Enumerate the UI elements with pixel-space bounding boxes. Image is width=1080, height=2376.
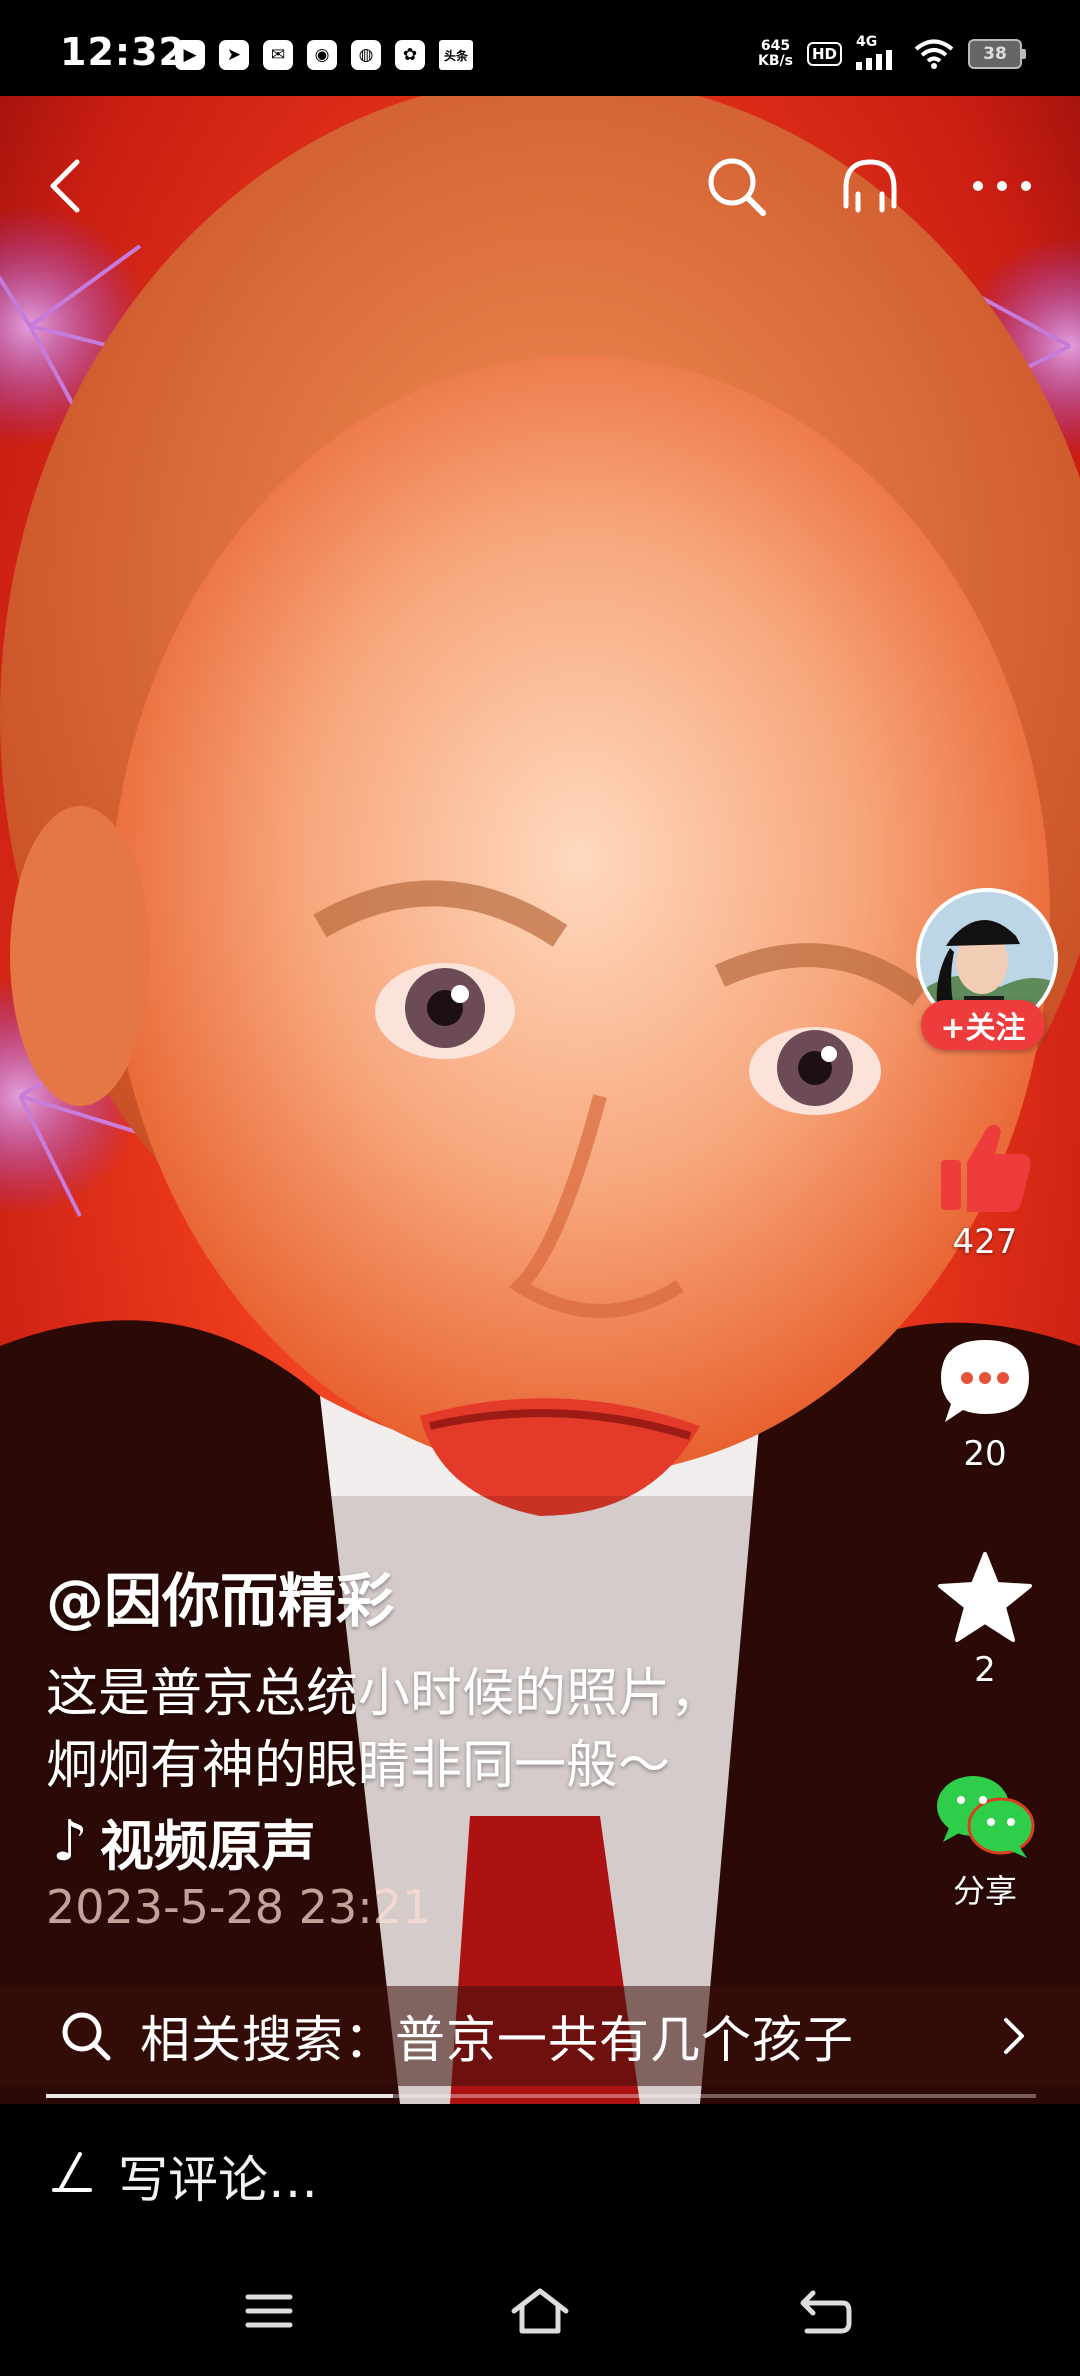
signal-label: 4G xyxy=(856,34,878,50)
comment-input-bar[interactable]: 写评论… xyxy=(0,2104,1080,2244)
more-horizontal-icon xyxy=(973,181,1031,191)
net-speed-unit: KB/s xyxy=(758,53,793,69)
chevron-right-icon xyxy=(1004,2018,1024,2054)
status-bar: 12:32 ▶ ➤ ✉ ◉ ◍ ✿ 头条 645 KB/s HD 4G 38 xyxy=(0,0,1080,96)
recent-apps-button[interactable] xyxy=(224,2266,314,2356)
related-search-bar[interactable]: 相关搜索：普京一共有几个孩子 xyxy=(0,1986,1080,2086)
post-caption: 这是普京总统小时候的照片， 炯炯有神的眼睛非同一般～ xyxy=(46,1658,806,1802)
mail-app-icon: ✉ xyxy=(263,40,293,70)
favorite-count: 2 xyxy=(974,1650,996,1690)
video-progress-bar[interactable] xyxy=(46,2094,1036,2098)
hd-badge: HD xyxy=(806,42,842,66)
like-count: 427 xyxy=(952,1222,1018,1262)
comment-bubble-icon xyxy=(941,1340,1029,1422)
comment-button[interactable]: 20 xyxy=(920,1334,1050,1474)
back-nav-button[interactable] xyxy=(780,2266,870,2356)
wifi-icon xyxy=(914,39,954,69)
video-player[interactable]: +关注 427 20 2 分享 @因你而精彩 这是普京总统小时候的照片， 炯炯有… xyxy=(0,96,1080,2104)
search-icon xyxy=(708,158,766,216)
battery-icon: 38 xyxy=(968,39,1026,69)
related-search-text: 相关搜索：普京一共有几个孩子 xyxy=(140,2011,854,2069)
status-app-icons: ▶ ➤ ✉ ◉ ◍ ✿ 头条 xyxy=(175,40,473,70)
search-icon xyxy=(62,2012,111,2061)
send-app-icon: ➤ xyxy=(219,40,249,70)
listen-button[interactable] xyxy=(830,146,910,226)
home-icon xyxy=(511,2288,569,2334)
cellular-signal-icon: 4G xyxy=(856,34,900,70)
caption-line-2: 炯炯有神的眼睛非同一般～ xyxy=(46,1736,671,1796)
system-nav-bar xyxy=(0,2244,1080,2376)
player-app-icon: ◉ xyxy=(307,40,337,70)
status-time: 12:32 xyxy=(60,30,186,74)
wechat-app-icon: ✿ xyxy=(395,40,425,70)
chevron-left-icon xyxy=(50,159,80,213)
pen-icon xyxy=(52,2152,92,2192)
thumbs-up-icon xyxy=(941,1124,1031,1212)
back-icon xyxy=(800,2290,852,2334)
caption-line-1: 这是普京总统小时候的照片， xyxy=(46,1664,723,1724)
share-label: 分享 xyxy=(952,1872,1017,1910)
leaf-app-icon: ◍ xyxy=(351,40,381,70)
share-button[interactable]: 分享 xyxy=(920,1772,1050,1912)
favorite-button[interactable]: 2 xyxy=(920,1550,1050,1690)
star-icon xyxy=(938,1552,1032,1642)
comment-count: 20 xyxy=(963,1434,1007,1474)
post-date: 2023-5-28 23:21 xyxy=(46,1880,432,1934)
net-speed: 645 KB/s xyxy=(758,39,793,69)
net-speed-value: 645 xyxy=(760,38,791,54)
headphones-icon xyxy=(843,159,897,213)
music-title: 视频原声 xyxy=(99,1815,316,1878)
toutiao-app-icon: 头条 xyxy=(439,40,473,70)
status-indicators: 645 KB/s HD 4G 38 xyxy=(758,34,1026,70)
video-app-icon: ▶ xyxy=(175,40,205,70)
author-username[interactable]: @因你而精彩 xyxy=(46,1554,394,1638)
comment-input-placeholder: 写评论… xyxy=(118,2151,318,2209)
like-button[interactable]: 427 xyxy=(920,1118,1050,1262)
more-button[interactable] xyxy=(962,146,1042,226)
back-button[interactable] xyxy=(26,146,106,226)
music-track[interactable]: ♪ 视频原声 xyxy=(52,1802,316,1881)
video-progress-fill xyxy=(46,2094,393,2098)
follow-button[interactable]: +关注 xyxy=(921,1000,1045,1050)
music-note-icon: ♪ xyxy=(52,1809,88,1874)
home-button[interactable] xyxy=(495,2266,585,2356)
search-button[interactable] xyxy=(696,146,776,226)
menu-icon xyxy=(245,2294,293,2328)
wechat-icon xyxy=(937,1776,1035,1858)
